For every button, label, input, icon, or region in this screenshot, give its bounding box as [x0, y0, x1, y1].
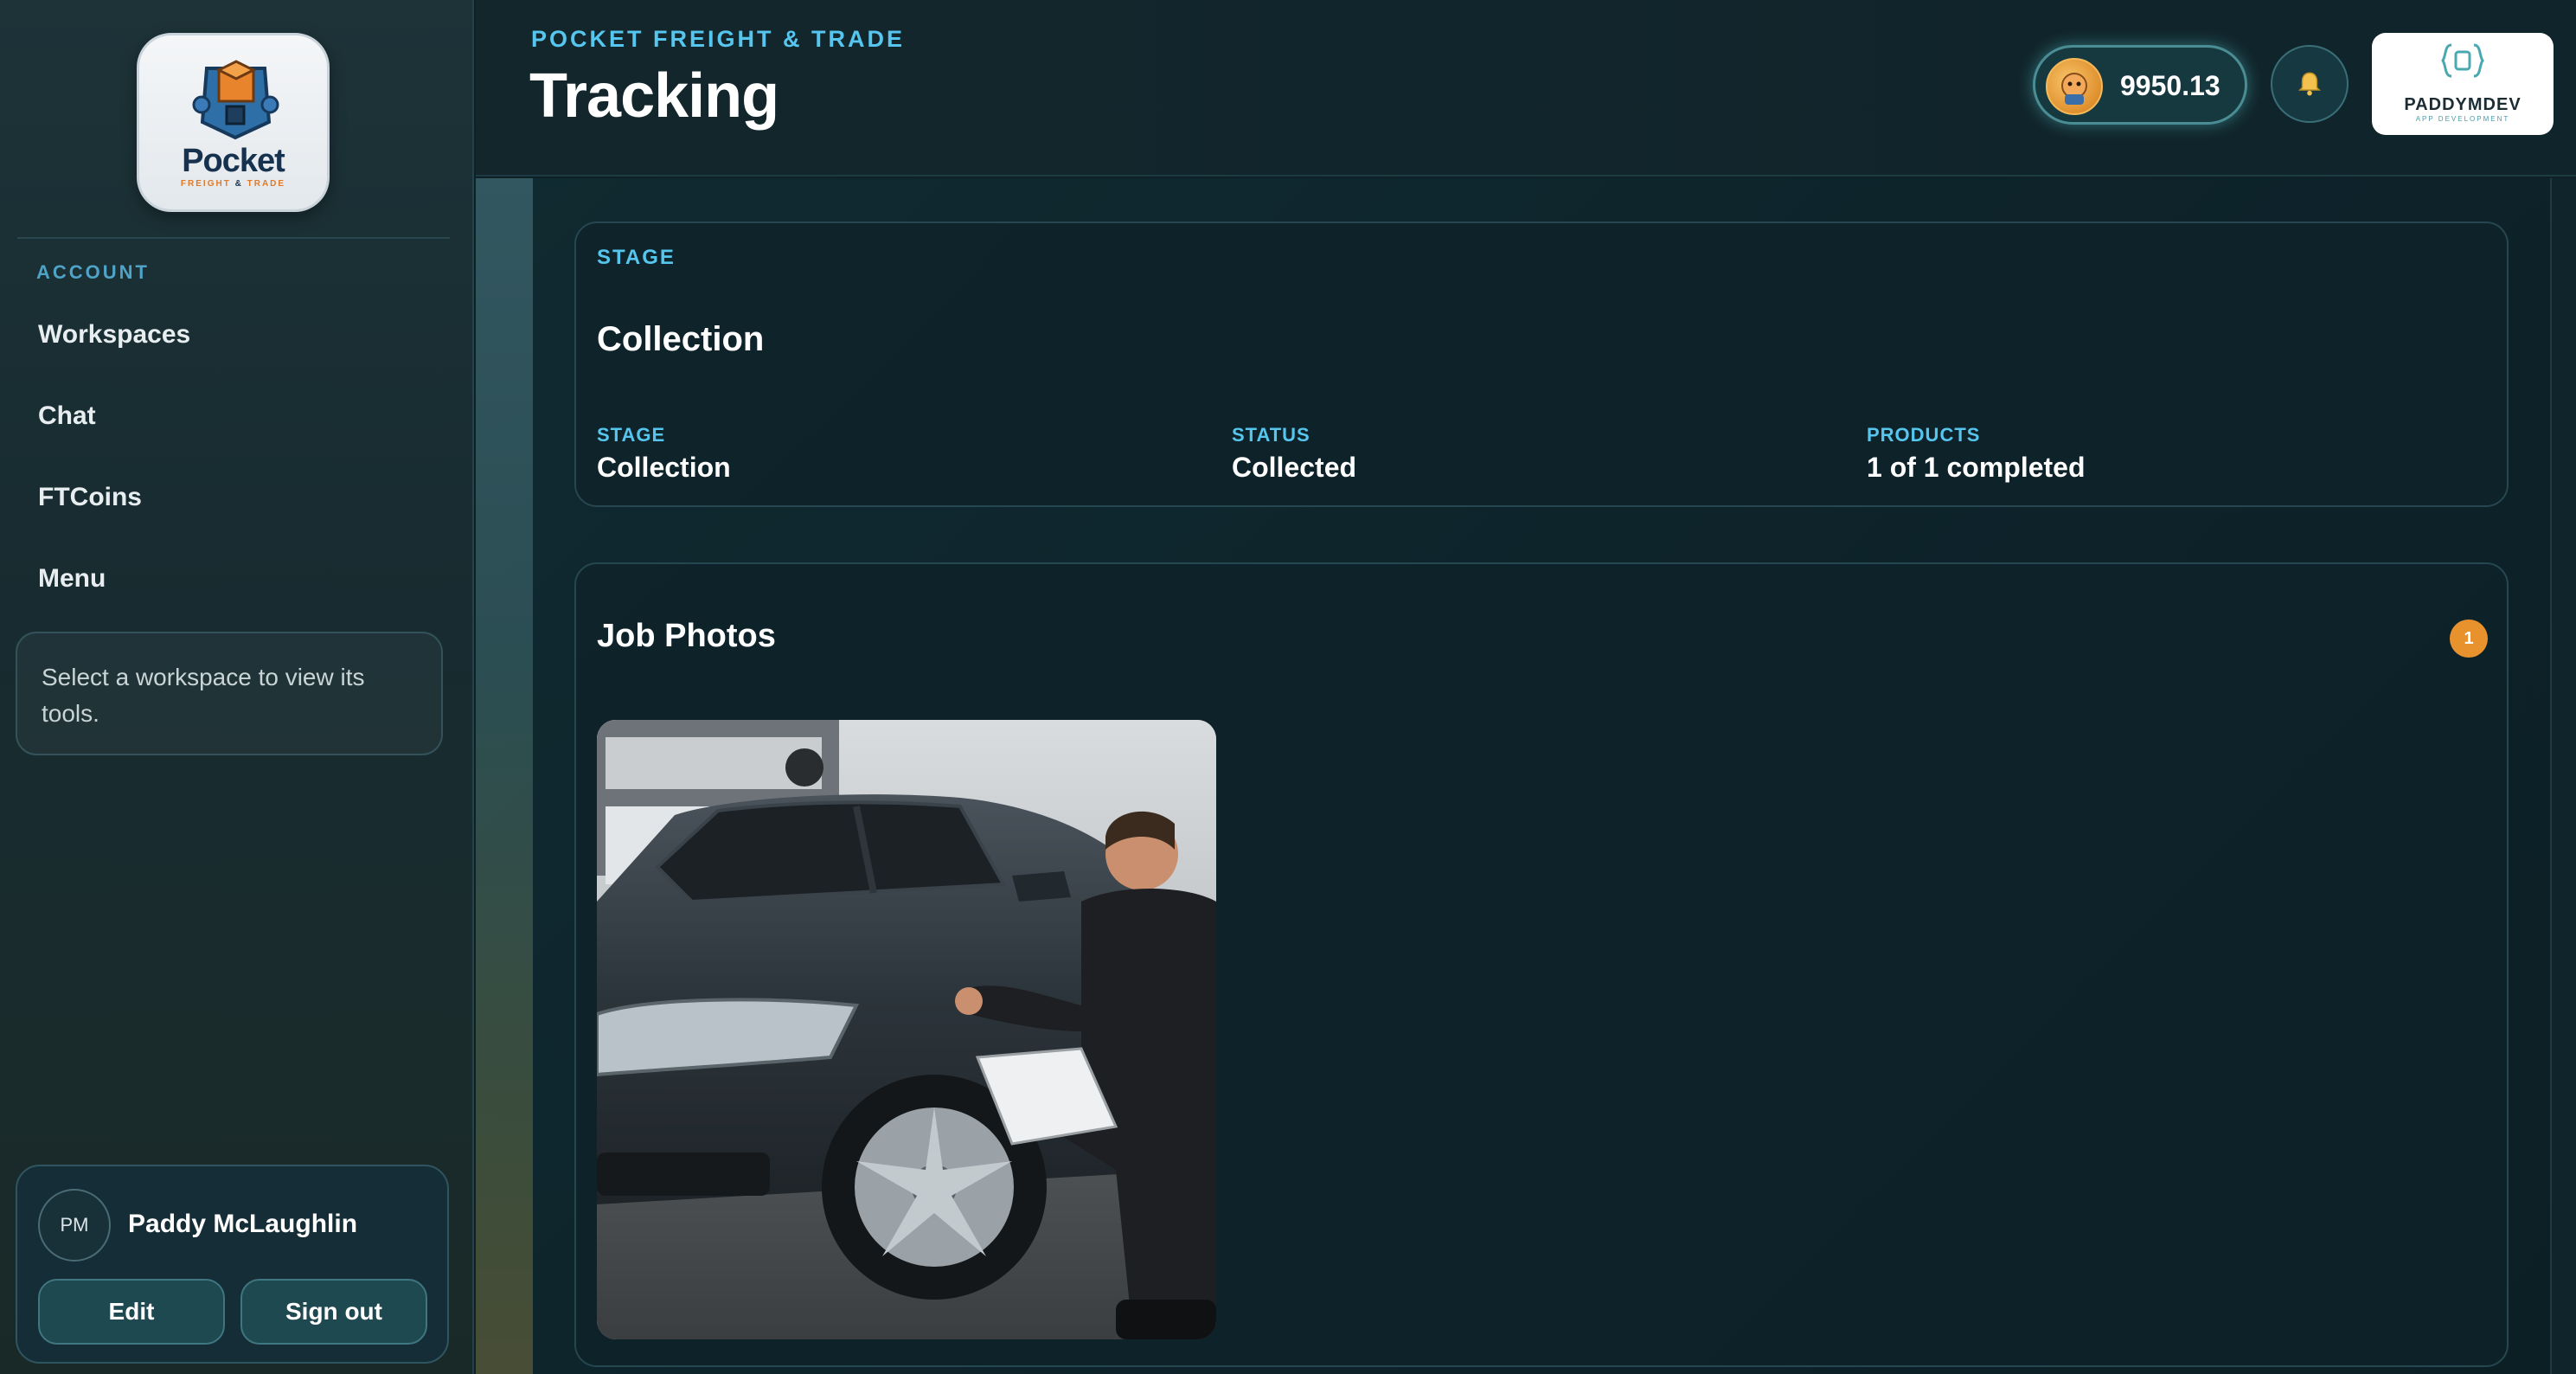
bell-icon [2297, 72, 2322, 96]
braces-logo-icon [2441, 43, 2484, 78]
coin-mascot-icon [2046, 58, 2103, 115]
job-photos-title: Job Photos [597, 618, 776, 654]
stage-heading: Collection [597, 320, 765, 358]
job-photos-card: Job Photos 1 [574, 562, 2509, 1367]
avatar[interactable]: PM [38, 1189, 111, 1262]
box-mascot-icon [192, 60, 279, 140]
sidebar-divider [17, 237, 450, 239]
user-name: Paddy McLaughlin [128, 1210, 358, 1238]
user-card: PM Paddy McLaughlin Edit Sign out [16, 1165, 449, 1364]
section-label-account: ACCOUNT [36, 261, 150, 283]
paddymdev-logo[interactable]: PADDYMDEV APP DEVELOPMENT [2372, 33, 2554, 135]
main-content: STAGE Collection STAGE Collection STATUS… [476, 178, 2576, 1374]
brand-tag: POCKET FREIGHT & TRADE [531, 26, 906, 52]
meta-value-stage: Collection [597, 452, 731, 483]
job-photo-thumbnail[interactable] [597, 720, 1216, 1339]
dev-logo-subtitle: APP DEVELOPMENT [2415, 115, 2510, 123]
stage-eyebrow: STAGE [597, 246, 676, 269]
meta-label-products: PRODUCTS [1867, 424, 1981, 446]
photo-count-badge: 1 [2450, 620, 2488, 658]
sidebar-item-ftcoins[interactable]: FTCoins [38, 483, 142, 512]
app-root: Pocket FREIGHT & TRADE ACCOUNT Workspace… [0, 0, 2576, 1374]
top-header: POCKET FREIGHT & TRADE Tracking 9950.13 [476, 0, 2576, 177]
sign-out-button[interactable]: Sign out [240, 1279, 427, 1345]
notifications-button[interactable] [2271, 45, 2349, 123]
sidebar-item-menu[interactable]: Menu [38, 564, 106, 594]
meta-label-stage: STAGE [597, 424, 666, 446]
sidebar-item-workspaces[interactable]: Workspaces [38, 320, 190, 350]
workspace-hint: Select a workspace to view its tools. [16, 632, 443, 755]
edit-button[interactable]: Edit [38, 1279, 225, 1345]
logo-subtitle: FREIGHT & TRADE [180, 179, 286, 189]
sidebar-item-chat[interactable]: Chat [38, 401, 96, 431]
sidebar: Pocket FREIGHT & TRADE ACCOUNT Workspace… [0, 0, 474, 1374]
decorative-strip [476, 178, 533, 1374]
scrollbar-track[interactable] [2550, 178, 2576, 1374]
coin-balance-value: 9950.13 [2120, 70, 2220, 101]
meta-value-products: 1 of 1 completed [1867, 452, 2086, 483]
meta-label-status: STATUS [1232, 424, 1310, 446]
page-title: Tracking [529, 61, 779, 131]
pocket-logo[interactable]: Pocket FREIGHT & TRADE [137, 33, 330, 212]
dev-logo-name: PADDYMDEV [2404, 95, 2522, 114]
meta-value-status: Collected [1232, 452, 1357, 483]
car-inspection-photo [597, 720, 1216, 1339]
coin-balance-button[interactable]: 9950.13 [2033, 45, 2247, 125]
stage-card: STAGE Collection STAGE Collection STATUS… [574, 222, 2509, 507]
logo-wordmark: Pocket [182, 143, 285, 179]
